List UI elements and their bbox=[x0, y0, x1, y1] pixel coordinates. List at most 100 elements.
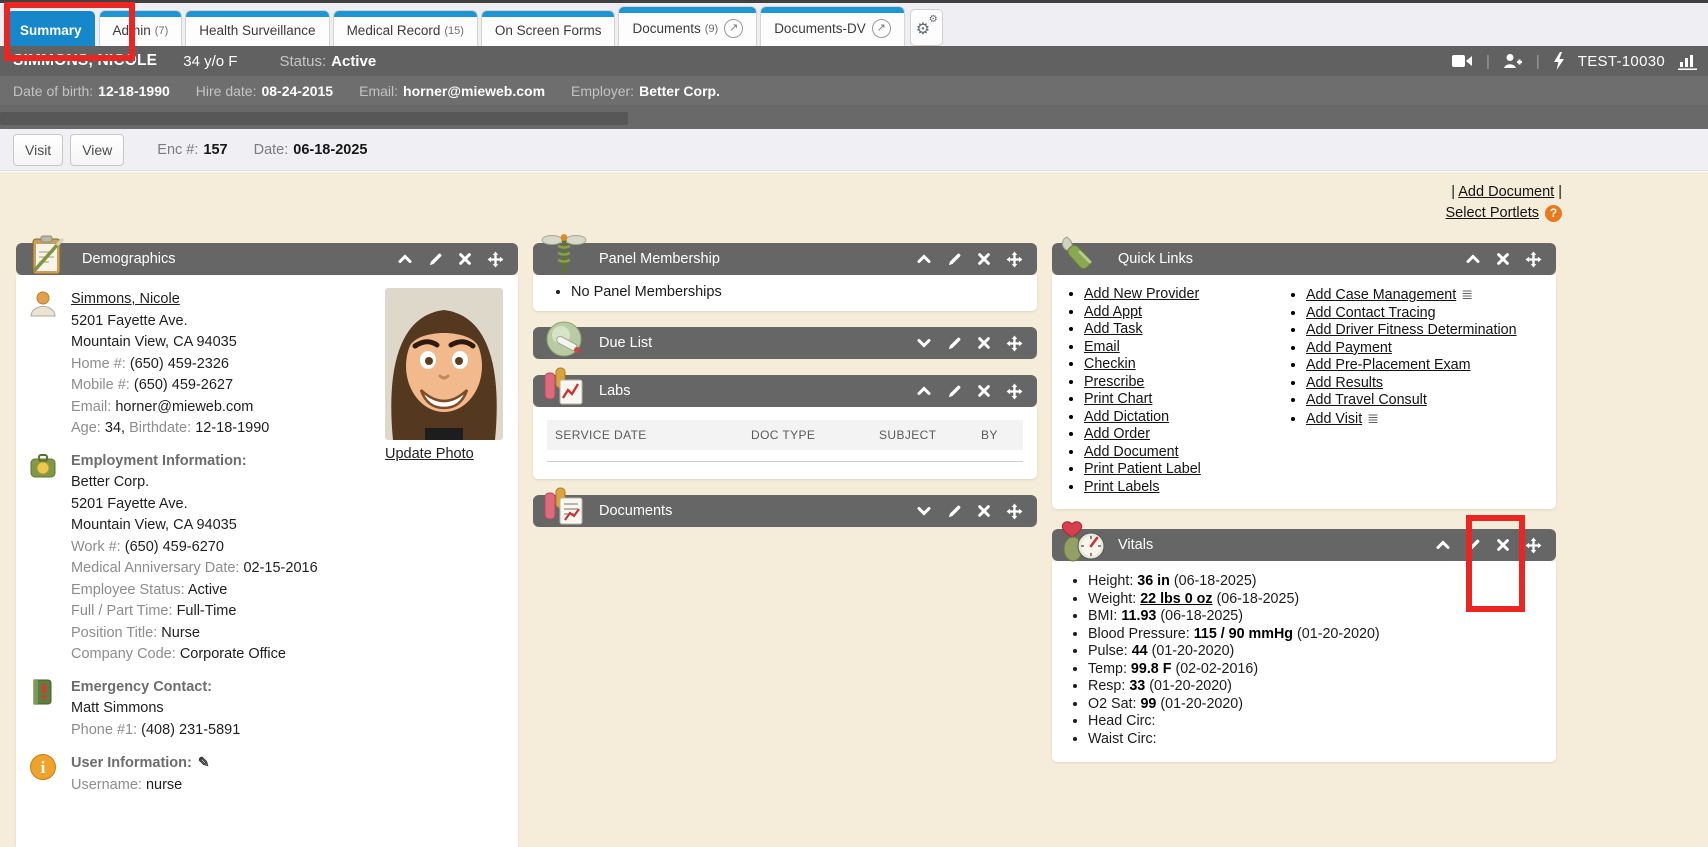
quick-link-add-travel-consult[interactable]: Add Travel Consult bbox=[1306, 392, 1427, 408]
edit-icon[interactable] bbox=[1466, 538, 1481, 553]
close-icon[interactable] bbox=[1496, 252, 1510, 266]
quick-link-add-driver-fitness-determination[interactable]: Add Driver Fitness Determination bbox=[1306, 322, 1517, 338]
quick-link-add-task[interactable]: Add Task bbox=[1084, 321, 1143, 337]
due-list-icon bbox=[541, 316, 587, 362]
list-view-icon[interactable]: ≣ bbox=[1461, 286, 1473, 304]
username-label: Username: bbox=[71, 777, 142, 793]
collapse-icon[interactable] bbox=[916, 383, 932, 399]
edit-icon[interactable] bbox=[428, 252, 443, 267]
vitals-header: Vitals bbox=[1052, 529, 1556, 561]
employee-status-value: Active bbox=[188, 582, 228, 598]
quick-link-add-case-management[interactable]: Add Case Management bbox=[1306, 287, 1456, 303]
vital-row: Height: 36 in (06-18-2025) bbox=[1088, 573, 1546, 591]
tab-documents[interactable]: Documents(9)↗ bbox=[619, 7, 756, 46]
emergency-contact-icon bbox=[28, 677, 60, 742]
move-icon[interactable] bbox=[1006, 383, 1023, 400]
list-view-icon[interactable]: ≣ bbox=[1367, 410, 1379, 428]
edit-icon[interactable] bbox=[947, 336, 962, 351]
popout-icon[interactable]: ↗ bbox=[724, 19, 743, 38]
quick-link-print-labels[interactable]: Print Labels bbox=[1084, 479, 1160, 495]
quick-link-add-payment[interactable]: Add Payment bbox=[1306, 340, 1392, 356]
tab-health-surveillance[interactable]: Health Surveillance bbox=[186, 11, 328, 46]
lightning-icon[interactable] bbox=[1553, 52, 1565, 70]
move-icon[interactable] bbox=[1006, 251, 1023, 268]
quick-link-checkin[interactable]: Checkin bbox=[1084, 356, 1136, 372]
quick-link-add-appt[interactable]: Add Appt bbox=[1084, 304, 1142, 320]
quick-link-prescribe[interactable]: Prescribe bbox=[1084, 374, 1144, 390]
close-icon[interactable] bbox=[977, 252, 991, 266]
close-icon[interactable] bbox=[977, 384, 991, 398]
age-value: 34, bbox=[105, 420, 125, 436]
tab-settings-button[interactable]: ⚙ ⚙ bbox=[910, 9, 943, 46]
quick-link-add-contact-tracing[interactable]: Add Contact Tracing bbox=[1306, 305, 1436, 321]
tab-medical-record[interactable]: Medical Record(15) bbox=[334, 11, 477, 46]
expand-icon[interactable] bbox=[916, 503, 932, 519]
edit-user-info-icon[interactable]: ✎ bbox=[198, 754, 210, 770]
edit-icon[interactable] bbox=[947, 384, 962, 399]
quick-link-add-document[interactable]: Add Document bbox=[1084, 444, 1179, 460]
quick-link-item: Add Payment bbox=[1306, 340, 1517, 358]
quick-link-add-order[interactable]: Add Order bbox=[1084, 426, 1150, 442]
quick-link-add-visit[interactable]: Add Visit bbox=[1306, 411, 1362, 427]
view-button[interactable]: View bbox=[70, 134, 124, 166]
select-portlets-link[interactable]: Select Portlets bbox=[1446, 203, 1540, 224]
close-icon[interactable] bbox=[1496, 538, 1510, 552]
quick-link-item: Add Driver Fitness Determination bbox=[1306, 322, 1517, 340]
username-value: nurse bbox=[146, 777, 182, 793]
date-value: 06-18-2025 bbox=[293, 142, 367, 158]
employee-status-label: Employee Status: bbox=[71, 582, 185, 598]
expand-icon[interactable] bbox=[916, 335, 932, 351]
quick-link-add-dictation[interactable]: Add Dictation bbox=[1084, 409, 1169, 425]
quick-link-email[interactable]: Email bbox=[1084, 339, 1120, 355]
collapse-icon[interactable] bbox=[1435, 537, 1451, 553]
vital-row: Blood Pressure: 115 / 90 mmHg (01-20-202… bbox=[1088, 626, 1546, 644]
quick-link-print-chart[interactable]: Print Chart bbox=[1084, 391, 1152, 407]
tab-summary[interactable]: Summary bbox=[7, 11, 95, 46]
edit-icon[interactable] bbox=[947, 252, 962, 267]
move-icon[interactable] bbox=[1006, 503, 1023, 520]
labs-column-header: SERVICE DATE bbox=[555, 428, 751, 442]
patient-name-link[interactable]: Simmons, Nicole bbox=[71, 291, 180, 307]
portlet-labs: Labs SERVICE DATEDOC TYPESUBJECTBY bbox=[533, 375, 1037, 479]
collapse-icon[interactable] bbox=[397, 251, 413, 267]
move-icon[interactable] bbox=[1525, 251, 1542, 268]
tab-admin[interactable]: Admin(7) bbox=[100, 11, 182, 46]
edit-icon[interactable] bbox=[947, 504, 962, 519]
scrollbar-thumb[interactable] bbox=[0, 112, 628, 125]
tab-documents-dv[interactable]: Documents-DV↗ bbox=[761, 7, 904, 46]
quick-link-add-pre-placement-exam[interactable]: Add Pre-Placement Exam bbox=[1306, 357, 1470, 373]
add-user-icon[interactable] bbox=[1503, 53, 1523, 69]
vital-value[interactable]: 22 lbs 0 oz bbox=[1140, 591, 1212, 607]
bar-chart-icon[interactable] bbox=[1678, 53, 1698, 70]
employment-heading: Employment Information: bbox=[71, 451, 318, 473]
quick-link-add-results[interactable]: Add Results bbox=[1306, 375, 1383, 391]
quick-link-add-new-provider[interactable]: Add New Provider bbox=[1084, 286, 1199, 302]
move-icon[interactable] bbox=[1006, 335, 1023, 352]
tab-on-screen-forms[interactable]: On Screen Forms bbox=[482, 11, 615, 46]
move-icon[interactable] bbox=[1525, 537, 1542, 554]
collapse-icon[interactable] bbox=[1465, 251, 1481, 267]
quick-link-item: Add Travel Consult bbox=[1306, 392, 1517, 410]
add-document-link[interactable]: Add Document bbox=[1458, 184, 1554, 200]
dob-label: Date of birth: bbox=[13, 83, 93, 99]
birthdate-label: Birthdate: bbox=[129, 420, 191, 436]
tab-label: Medical Record bbox=[347, 23, 441, 38]
visit-button[interactable]: Visit bbox=[13, 134, 63, 166]
update-photo-link[interactable]: Update Photo bbox=[385, 446, 474, 462]
close-icon[interactable] bbox=[458, 252, 472, 266]
collapse-icon[interactable] bbox=[916, 251, 932, 267]
close-icon[interactable] bbox=[977, 504, 991, 518]
quick-link-item: Add Pre-Placement Exam bbox=[1306, 357, 1517, 375]
quick-link-item: Add Case Management ≣ bbox=[1306, 286, 1517, 305]
move-icon[interactable] bbox=[487, 251, 504, 268]
separator: | bbox=[1486, 53, 1490, 70]
help-icon[interactable]: ? bbox=[1545, 205, 1562, 222]
home-phone-value: (650) 459-2326 bbox=[130, 356, 229, 372]
popout-icon[interactable]: ↗ bbox=[872, 19, 891, 38]
dob-value: 12-18-1990 bbox=[98, 83, 170, 99]
video-camera-icon[interactable] bbox=[1452, 53, 1473, 69]
vitals-list: Height: 36 in (06-18-2025)Weight: 22 lbs… bbox=[1062, 573, 1546, 748]
documents-header: Documents bbox=[533, 495, 1037, 527]
close-icon[interactable] bbox=[977, 336, 991, 350]
quick-link-print-patient-label[interactable]: Print Patient Label bbox=[1084, 461, 1201, 477]
